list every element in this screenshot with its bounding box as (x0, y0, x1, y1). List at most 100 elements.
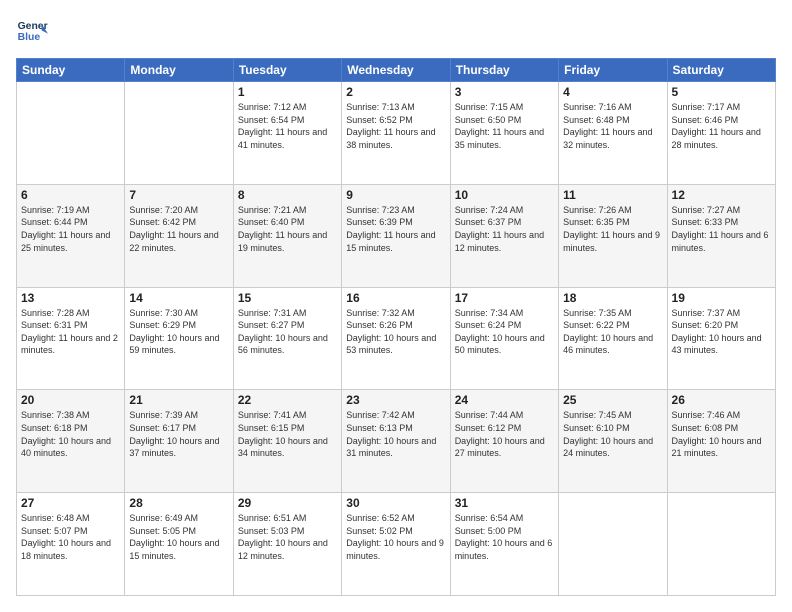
weekday-header-thursday: Thursday (450, 59, 558, 82)
svg-text:Blue: Blue (18, 32, 41, 43)
calendar-cell: 29 Sunrise: 6:51 AM Sunset: 5:03 PM Dayli… (233, 493, 341, 596)
day-number: 26 (672, 393, 771, 407)
day-number: 3 (455, 85, 554, 99)
cell-content: Sunrise: 7:38 AM Sunset: 6:18 PM Dayligh… (21, 409, 120, 459)
cell-content: Sunrise: 7:12 AM Sunset: 6:54 PM Dayligh… (238, 101, 337, 151)
page: GeneralBlue SundayMondayTuesdayWednesday… (0, 0, 792, 612)
calendar-cell: 7 Sunrise: 7:20 AM Sunset: 6:42 PM Daylig… (125, 184, 233, 287)
calendar-cell: 11Sunrise: 7:26 AM Sunset: 6:35 PM Dayli… (559, 184, 667, 287)
calendar-cell: 22 Sunrise: 7:41 AM Sunset: 6:15 PM Dayli… (233, 390, 341, 493)
weekday-header-friday: Friday (559, 59, 667, 82)
week-row-3: 13 Sunrise: 7:28 AM Sunset: 6:31 PM Dayli… (17, 287, 776, 390)
week-row-2: 6 Sunrise: 7:19 AM Sunset: 6:44 PM Daylig… (17, 184, 776, 287)
day-number: 16 (346, 291, 445, 305)
weekday-header-monday: Monday (125, 59, 233, 82)
day-number: 23 (346, 393, 445, 407)
weekday-header-sunday: Sunday (17, 59, 125, 82)
calendar-cell: 30 Sunrise: 6:52 AM Sunset: 5:02 PM Dayli… (342, 493, 450, 596)
calendar-cell: 8Sunrise: 7:21 AM Sunset: 6:40 PM Daylig… (233, 184, 341, 287)
calendar-cell: 21 Sunrise: 7:39 AM Sunset: 6:17 PM Dayli… (125, 390, 233, 493)
day-number: 22 (238, 393, 337, 407)
calendar-cell: 10 Sunrise: 7:24 AM Sunset: 6:37 PM Dayli… (450, 184, 558, 287)
calendar-cell (667, 493, 775, 596)
day-number: 19 (672, 291, 771, 305)
week-row-5: 27Sunrise: 6:48 AM Sunset: 5:07 PM Dayli… (17, 493, 776, 596)
day-number: 14 (129, 291, 228, 305)
cell-content: Sunrise: 7:39 AM Sunset: 6:17 PM Dayligh… (129, 409, 228, 459)
logo: GeneralBlue (16, 16, 48, 48)
cell-content: Sunrise: 7:15 AM Sunset: 6:50 PM Dayligh… (455, 101, 554, 151)
day-number: 18 (563, 291, 662, 305)
day-number: 30 (346, 496, 445, 510)
header: GeneralBlue (16, 16, 776, 48)
calendar-cell: 25Sunrise: 7:45 AM Sunset: 6:10 PM Dayli… (559, 390, 667, 493)
cell-content: Sunrise: 6:51 AM Sunset: 5:03 PM Dayligh… (238, 512, 337, 562)
cell-content: Sunrise: 6:49 AM Sunset: 5:05 PM Dayligh… (129, 512, 228, 562)
day-number: 21 (129, 393, 228, 407)
calendar-cell: 20 Sunrise: 7:38 AM Sunset: 6:18 PM Dayli… (17, 390, 125, 493)
day-number: 12 (672, 188, 771, 202)
calendar-cell: 2Sunrise: 7:13 AM Sunset: 6:52 PM Daylig… (342, 82, 450, 185)
cell-content: Sunrise: 7:20 AM Sunset: 6:42 PM Dayligh… (129, 204, 228, 254)
calendar-cell: 3 Sunrise: 7:15 AM Sunset: 6:50 PM Daylig… (450, 82, 558, 185)
calendar-cell: 19 Sunrise: 7:37 AM Sunset: 6:20 PM Dayli… (667, 287, 775, 390)
day-number: 2 (346, 85, 445, 99)
day-number: 17 (455, 291, 554, 305)
cell-content: Sunrise: 7:30 AM Sunset: 6:29 PM Dayligh… (129, 307, 228, 357)
calendar-cell: 14 Sunrise: 7:30 AM Sunset: 6:29 PM Dayli… (125, 287, 233, 390)
calendar-cell: 23 Sunrise: 7:42 AM Sunset: 6:13 PM Dayli… (342, 390, 450, 493)
cell-content: Sunrise: 7:26 AM Sunset: 6:35 PM Dayligh… (563, 204, 662, 254)
weekday-header-wednesday: Wednesday (342, 59, 450, 82)
calendar-cell: 13 Sunrise: 7:28 AM Sunset: 6:31 PM Dayli… (17, 287, 125, 390)
calendar-table: SundayMondayTuesdayWednesdayThursdayFrid… (16, 58, 776, 596)
calendar-cell: 31 Sunrise: 6:54 AM Sunset: 5:00 PM Dayli… (450, 493, 558, 596)
day-number: 5 (672, 85, 771, 99)
calendar-cell (17, 82, 125, 185)
day-number: 7 (129, 188, 228, 202)
day-number: 15 (238, 291, 337, 305)
calendar-cell: 12Sunrise: 7:27 AM Sunset: 6:33 PM Dayli… (667, 184, 775, 287)
calendar-cell (125, 82, 233, 185)
calendar-cell: 16Sunrise: 7:32 AM Sunset: 6:26 PM Dayli… (342, 287, 450, 390)
day-number: 20 (21, 393, 120, 407)
calendar-cell: 18Sunrise: 7:35 AM Sunset: 6:22 PM Dayli… (559, 287, 667, 390)
cell-content: Sunrise: 7:46 AM Sunset: 6:08 PM Dayligh… (672, 409, 771, 459)
day-number: 6 (21, 188, 120, 202)
calendar-cell: 6 Sunrise: 7:19 AM Sunset: 6:44 PM Daylig… (17, 184, 125, 287)
weekday-header-row: SundayMondayTuesdayWednesdayThursdayFrid… (17, 59, 776, 82)
cell-content: Sunrise: 7:17 AM Sunset: 6:46 PM Dayligh… (672, 101, 771, 151)
day-number: 4 (563, 85, 662, 99)
cell-content: Sunrise: 6:48 AM Sunset: 5:07 PM Dayligh… (21, 512, 120, 562)
cell-content: Sunrise: 7:37 AM Sunset: 6:20 PM Dayligh… (672, 307, 771, 357)
calendar-cell: 4 Sunrise: 7:16 AM Sunset: 6:48 PM Daylig… (559, 82, 667, 185)
cell-content: Sunrise: 7:16 AM Sunset: 6:48 PM Dayligh… (563, 101, 662, 151)
week-row-1: 1 Sunrise: 7:12 AM Sunset: 6:54 PM Daylig… (17, 82, 776, 185)
day-number: 13 (21, 291, 120, 305)
day-number: 29 (238, 496, 337, 510)
calendar-cell: 24 Sunrise: 7:44 AM Sunset: 6:12 PM Dayli… (450, 390, 558, 493)
day-number: 31 (455, 496, 554, 510)
cell-content: Sunrise: 7:28 AM Sunset: 6:31 PM Dayligh… (21, 307, 120, 357)
day-number: 10 (455, 188, 554, 202)
calendar-cell: 26 Sunrise: 7:46 AM Sunset: 6:08 PM Dayli… (667, 390, 775, 493)
day-number: 24 (455, 393, 554, 407)
cell-content: Sunrise: 7:24 AM Sunset: 6:37 PM Dayligh… (455, 204, 554, 254)
cell-content: Sunrise: 7:42 AM Sunset: 6:13 PM Dayligh… (346, 409, 445, 459)
day-number: 1 (238, 85, 337, 99)
logo-icon: GeneralBlue (16, 16, 48, 48)
weekday-header-tuesday: Tuesday (233, 59, 341, 82)
cell-content: Sunrise: 7:21 AM Sunset: 6:40 PM Dayligh… (238, 204, 337, 254)
calendar-cell (559, 493, 667, 596)
cell-content: Sunrise: 7:41 AM Sunset: 6:15 PM Dayligh… (238, 409, 337, 459)
cell-content: Sunrise: 7:31 AM Sunset: 6:27 PM Dayligh… (238, 307, 337, 357)
cell-content: Sunrise: 6:52 AM Sunset: 5:02 PM Dayligh… (346, 512, 445, 562)
cell-content: Sunrise: 7:44 AM Sunset: 6:12 PM Dayligh… (455, 409, 554, 459)
week-row-4: 20 Sunrise: 7:38 AM Sunset: 6:18 PM Dayli… (17, 390, 776, 493)
calendar-cell: 15 Sunrise: 7:31 AM Sunset: 6:27 PM Dayli… (233, 287, 341, 390)
day-number: 25 (563, 393, 662, 407)
cell-content: Sunrise: 6:54 AM Sunset: 5:00 PM Dayligh… (455, 512, 554, 562)
cell-content: Sunrise: 7:19 AM Sunset: 6:44 PM Dayligh… (21, 204, 120, 254)
calendar-cell: 27Sunrise: 6:48 AM Sunset: 5:07 PM Dayli… (17, 493, 125, 596)
calendar-cell: 1 Sunrise: 7:12 AM Sunset: 6:54 PM Daylig… (233, 82, 341, 185)
day-number: 9 (346, 188, 445, 202)
